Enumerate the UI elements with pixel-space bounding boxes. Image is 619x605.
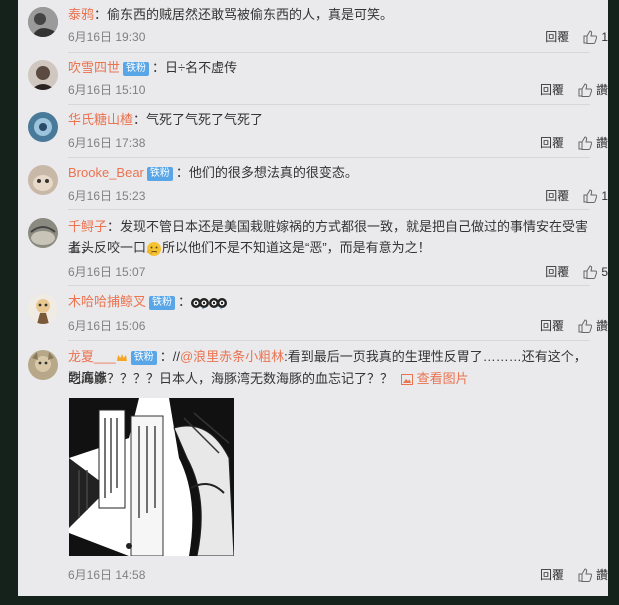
comment-text: ：	[178, 294, 192, 309]
commenter-name[interactable]: 泰鸦	[68, 7, 94, 22]
comment-item: 千鲟子：发现不管日本还是美国栽赃嫁祸的方式都很一致，就是把自己做过的事情安在受害…	[18, 209, 608, 285]
thinking-emoji-icon	[146, 241, 162, 256]
comment-item: 泰鸦：偷东西的贼居然还敢骂被偷东西的人，真是可笑。 6月16日 19:30 回覆…	[18, 0, 608, 52]
crying-emoji-icon	[209, 297, 228, 310]
reply-button[interactable]: 回覆	[545, 28, 569, 45]
thumbs-up-icon	[578, 135, 592, 150]
like-button[interactable]: 讚	[578, 317, 608, 334]
crying-emoji-icon	[191, 297, 210, 310]
image-icon	[401, 374, 414, 386]
comment-item: Brooke_Bear 铁粉 ：他们的很多想法真的很变态。 6月16日 15:23 …	[18, 157, 608, 209]
reply-button[interactable]: 回覆	[545, 187, 569, 204]
avatar[interactable]	[28, 294, 58, 324]
commenter-name[interactable]: 千鲟子	[68, 219, 107, 234]
comment-item: 华氏糖山楂：气死了气死了气死了 6月16日 17:38 回覆 讚	[18, 104, 608, 158]
mention-link[interactable]: @浪里赤条小粗林	[180, 349, 284, 364]
like-count: 讚	[595, 83, 608, 97]
avatar[interactable]	[28, 7, 58, 37]
thumbs-up-icon	[583, 29, 598, 44]
thumbs-up-icon	[583, 264, 598, 279]
comment-time: 6月16日 14:58	[68, 568, 146, 582]
like-button[interactable]: 讚	[578, 566, 608, 583]
commenter-name[interactable]: 龙夏___	[68, 349, 116, 364]
reply-button[interactable]: 回覆	[540, 317, 564, 334]
comment-panel: 泰鸦：偷东西的贼居然还敢骂被偷东西的人，真是可笑。 6月16日 19:30 回覆…	[18, 0, 608, 596]
thumbs-up-icon	[578, 82, 592, 97]
avatar[interactable]	[28, 165, 58, 195]
like-count: 5	[601, 264, 608, 279]
comment-time: 6月16日 15:06	[68, 319, 146, 333]
thumbs-up-icon	[578, 567, 592, 582]
like-button[interactable]: 1	[583, 30, 608, 44]
like-button[interactable]: 5	[583, 265, 608, 279]
comment-item: 木哈哈捕鲸叉 铁粉： 6月16日 15:06 回覆 讚	[18, 285, 608, 340]
avatar[interactable]	[28, 218, 58, 248]
fan-badge: 铁粉	[130, 351, 157, 365]
commenter-name[interactable]: 木哈哈捕鲸叉	[68, 294, 146, 309]
comment-time: 6月16日 17:38	[68, 136, 146, 150]
comment-time: 6月16日 15:10	[68, 83, 146, 97]
comment-time: 6月16日 15:07	[68, 265, 146, 279]
like-count: 1	[601, 188, 608, 203]
thumbs-up-icon	[578, 318, 592, 333]
comment-image-thumbnail[interactable]	[69, 398, 234, 556]
like-count: 讚	[595, 568, 608, 582]
commenter-name[interactable]: 吹雪四世	[68, 60, 120, 75]
fan-badge: 铁粉	[123, 62, 150, 76]
comment-text: ：气死了气死了气死了	[133, 112, 264, 127]
avatar[interactable]	[28, 112, 58, 142]
like-button[interactable]: 1	[583, 189, 608, 203]
reply-button[interactable]: 回覆	[540, 81, 564, 98]
fan-badge: 铁粉	[146, 167, 173, 181]
like-button[interactable]: 讚	[578, 81, 608, 98]
comment-text: ：日÷名不虚传	[152, 60, 238, 75]
comment-text: ：他们的很多想法真的很变态。	[175, 165, 358, 180]
reply-button[interactable]: 回覆	[540, 134, 564, 151]
view-image-link[interactable]: 查看图片	[401, 371, 469, 386]
like-button[interactable]: 讚	[578, 134, 608, 151]
reply-button[interactable]: 回覆	[545, 263, 569, 280]
like-count: 讚	[595, 136, 608, 150]
avatar[interactable]	[28, 350, 58, 380]
fan-badge: 铁粉	[149, 296, 176, 310]
commenter-name[interactable]: 华氏糖山楂	[68, 112, 133, 127]
comment-text-line2: 上，反咬一口	[68, 240, 147, 255]
thumbs-up-icon	[583, 188, 598, 203]
reply-button[interactable]: 回覆	[540, 566, 564, 583]
comment-item: 吹雪四世 铁粉 ：日÷名不虚传 6月16日 15:10 回覆 讚	[18, 52, 608, 104]
comment-text: ：//	[159, 349, 180, 364]
commenter-name[interactable]: Brooke_Bear	[68, 165, 144, 180]
comment-time: 6月16日 19:30	[68, 30, 146, 44]
avatar[interactable]	[28, 60, 58, 90]
comment-text: ：偷东西的贼居然还敢骂被偷东西的人，真是可笑。	[94, 7, 394, 22]
comment-time: 6月16日 15:23	[68, 189, 146, 203]
crown-icon	[116, 353, 127, 361]
like-count: 讚	[595, 319, 608, 333]
comment-text-line2: 吃海豚？？？？日本人，海豚湾无数海豚的血忘记了？？	[68, 371, 394, 386]
comment-text-line2b: 所以他们不是不知道这是“恶”，而是有意为之！	[162, 240, 431, 255]
like-count: 1	[601, 29, 608, 44]
